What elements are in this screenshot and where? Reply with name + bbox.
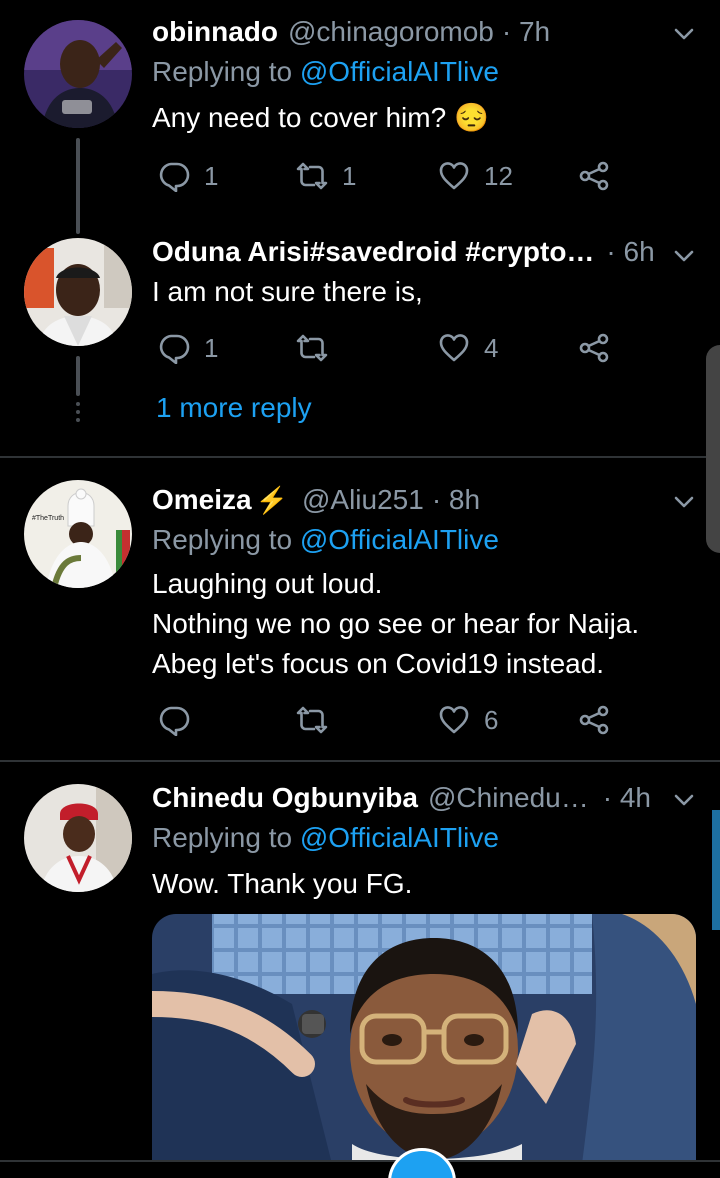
tweet-text: Wow. Thank you FG. — [152, 868, 413, 899]
heart-icon — [438, 704, 470, 736]
tweet-text-line: Nothing we no go see or hear for Naija. — [152, 608, 640, 639]
display-name[interactable]: Chinedu Ogbunyiba — [152, 782, 418, 814]
chevron-down-icon[interactable] — [672, 490, 696, 514]
retweet-icon — [296, 160, 328, 192]
like-button[interactable]: 6 — [438, 702, 498, 738]
retweet-button[interactable] — [296, 702, 328, 738]
retweet-button[interactable] — [296, 330, 342, 366]
share-icon — [578, 332, 610, 364]
avatar[interactable] — [24, 20, 132, 128]
tweet-header: Chinedu Ogbunyiba @Chinedu… · 4h — [152, 780, 700, 816]
display-name[interactable]: Omeiza — [152, 484, 252, 516]
share-button[interactable] — [578, 702, 610, 738]
replying-to: Replying to @OfficialAITlive — [152, 56, 499, 88]
like-button[interactable]: 12 — [438, 158, 513, 194]
replying-prefix: Replying to — [152, 822, 300, 853]
timestamp[interactable]: · 4h — [603, 782, 651, 814]
replying-to: Replying to @OfficialAITlive — [152, 822, 499, 854]
tweet-text: I am not sure there is, — [152, 276, 423, 307]
thread-line — [76, 356, 80, 396]
share-icon — [578, 160, 610, 192]
timestamp[interactable]: · 8h — [432, 484, 480, 516]
replying-to-link[interactable]: @OfficialAITlive — [300, 524, 499, 555]
tweet-text: Laughing out loud. Nothing we no go see … — [152, 566, 696, 682]
timestamp[interactable]: · 7h — [502, 16, 550, 48]
lightning-icon: ⚡ — [255, 484, 288, 515]
tweet-header: obinnado @chinagoromob · 7h — [152, 14, 700, 50]
user-handle[interactable]: @Chinedu… — [428, 782, 589, 814]
user-handle[interactable]: @Aliu251 — [302, 484, 424, 516]
like-count: 6 — [484, 704, 499, 735]
retweet-button[interactable]: 1 — [296, 158, 356, 194]
replying-to-link[interactable]: @OfficialAITlive — [300, 56, 499, 87]
avatar[interactable] — [24, 784, 132, 892]
tweet-header: Oduna Arisi#savedroid #crypto… · 6h — [152, 234, 700, 270]
user-handle[interactable]: @chinagoromob — [288, 16, 494, 48]
reply-button[interactable]: 1 — [158, 330, 218, 366]
thread-dots — [74, 402, 82, 426]
heart-icon — [438, 332, 470, 364]
tweet-media-image[interactable] — [152, 914, 696, 1164]
reply-icon — [158, 704, 190, 736]
display-name[interactable]: obinnado — [152, 16, 278, 48]
thread-line — [76, 138, 80, 234]
more-replies-link[interactable]: 1 more reply — [156, 392, 312, 424]
replying-prefix: Replying to — [152, 524, 300, 555]
display-name[interactable]: Oduna Arisi#savedroid #crypto… — [152, 236, 594, 268]
share-button[interactable] — [578, 158, 610, 194]
avatar-caption: #TheTruth — [32, 515, 64, 522]
reply-button[interactable]: 1 — [158, 158, 218, 194]
scroll-handle[interactable] — [706, 345, 720, 553]
tweet-text-line: Abeg let's focus on Covid19 instead. — [152, 648, 605, 679]
like-count: 4 — [484, 332, 499, 363]
tweet-actions: 1 1 12 — [150, 158, 630, 194]
tweet-obinnado[interactable]: obinnado @chinagoromob · 7h Replying to … — [0, 0, 720, 234]
reply-button[interactable] — [158, 702, 190, 738]
share-icon — [578, 704, 610, 736]
tweet-text: Any need to cover him? 😔 — [152, 102, 489, 133]
chevron-down-icon[interactable] — [672, 788, 696, 812]
retweet-icon — [296, 704, 328, 736]
like-button[interactable]: 4 — [438, 330, 498, 366]
avatar[interactable]: #TheTruth — [24, 480, 132, 588]
reply-count: 1 — [204, 332, 219, 363]
timestamp[interactable]: · 6h — [606, 236, 654, 268]
tweet-actions: 6 — [150, 702, 630, 738]
retweet-count: 1 — [342, 160, 357, 191]
chevron-down-icon[interactable] — [672, 244, 696, 268]
heart-icon — [438, 160, 470, 192]
tweet-header: Omeiza ⚡ @Aliu251 · 8h — [152, 482, 700, 518]
tweet-text-line: Laughing out loud. — [152, 568, 383, 599]
chevron-down-icon[interactable] — [672, 22, 696, 46]
bottom-bar — [0, 1160, 720, 1178]
tweet-oduna-arisi[interactable]: Oduna Arisi#savedroid #crypto… · 6h I am… — [0, 230, 720, 456]
tweet-omeiza[interactable]: #TheTruth Omeiza ⚡ @Aliu251 · 8h Replyin… — [0, 458, 720, 758]
reply-icon — [158, 160, 190, 192]
scroll-indicator — [712, 810, 720, 930]
reply-count: 1 — [204, 160, 219, 191]
reply-icon — [158, 332, 190, 364]
replying-prefix: Replying to — [152, 56, 300, 87]
retweet-icon — [296, 332, 328, 364]
like-count: 12 — [484, 160, 513, 191]
replying-to-link[interactable]: @OfficialAITlive — [300, 822, 499, 853]
tweet-actions: 1 4 — [150, 330, 630, 366]
replying-to: Replying to @OfficialAITlive — [152, 524, 499, 556]
avatar[interactable] — [24, 238, 132, 346]
share-button[interactable] — [578, 330, 610, 366]
